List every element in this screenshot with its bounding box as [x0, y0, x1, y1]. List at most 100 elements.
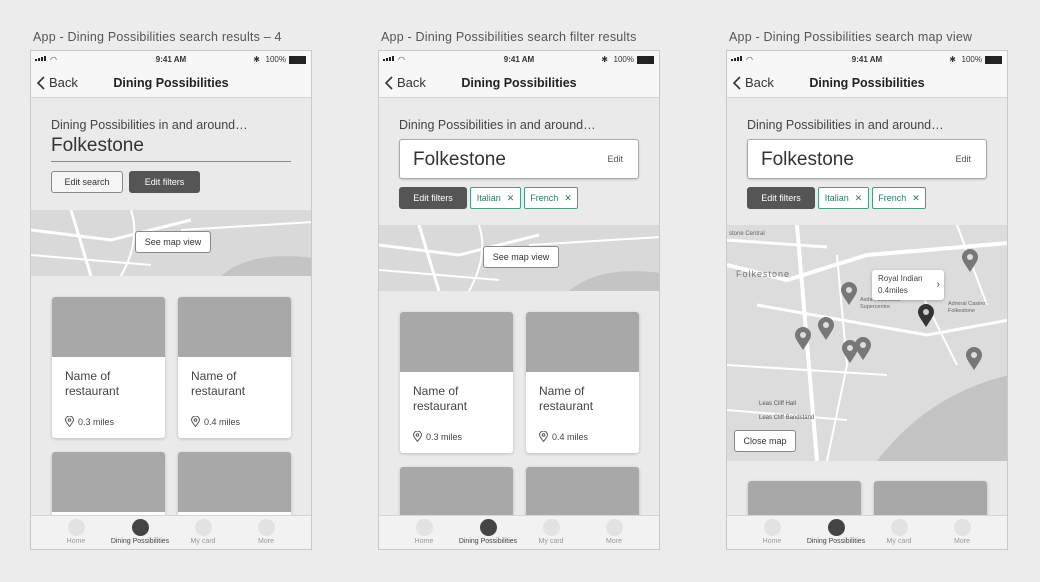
location-field[interactable]: Folkestone Edit [747, 139, 987, 179]
board-title-search-results: App - Dining Possibilities search result… [33, 30, 282, 44]
page-title: Dining Possibilities [113, 76, 229, 90]
restaurant-name: Name of restaurant [539, 384, 594, 413]
map-preview[interactable]: See map view [379, 225, 659, 291]
restaurant-name: Name of restaurant [65, 369, 120, 398]
map-pin-icon[interactable] [794, 327, 812, 351]
selected-map-pin-icon[interactable] [917, 304, 935, 328]
tab-home[interactable]: Home [392, 519, 456, 545]
tab-more[interactable]: More [582, 519, 646, 545]
tab-label: More [258, 538, 274, 545]
restaurant-card[interactable] [52, 452, 165, 522]
restaurant-name: Name of restaurant [413, 384, 468, 413]
edit-location-link[interactable]: Edit [607, 154, 623, 164]
filter-chip-label: Italian [824, 193, 849, 203]
restaurant-card[interactable]: Name of restaurant 0.3 miles [52, 297, 165, 438]
restaurant-card[interactable]: Name of restaurant 0.4 miles [526, 312, 639, 453]
restaurant-callout[interactable]: Royal Indian 0.4miles › [872, 270, 944, 300]
restaurant-distance: 0.3 miles [426, 431, 463, 442]
restaurant-image [178, 452, 291, 512]
remove-icon[interactable]: ✕ [564, 193, 572, 204]
search-heading: Dining Possibilities in and around… [399, 118, 596, 132]
map-pin-icon[interactable] [965, 347, 983, 371]
tab-label: Dining Possibilities [806, 538, 866, 545]
close-map-button[interactable]: Close map [734, 430, 796, 452]
edit-filters-button[interactable]: Edit filters [399, 187, 467, 209]
tab-more[interactable]: More [930, 519, 994, 545]
tab-label: More [954, 538, 970, 545]
tab-home[interactable]: Home [44, 519, 108, 545]
battery-percent: 100% [265, 55, 286, 64]
restaurant-card[interactable] [178, 452, 291, 522]
dining-icon [131, 519, 149, 536]
tab-label: Home [414, 538, 434, 545]
see-map-view-button[interactable]: See map view [483, 246, 559, 268]
restaurant-distance: 0.4 miles [552, 431, 589, 442]
tab-label: My card [190, 538, 216, 545]
map-label-central: stone Central [729, 231, 765, 237]
restaurant-distance: 0.4 miles [204, 416, 241, 427]
restaurant-image [400, 312, 513, 372]
see-map-view-button[interactable]: See map view [135, 231, 211, 253]
restaurant-card[interactable]: Name of restaurant 0.3 miles [400, 312, 513, 453]
nav-bar: Back Dining Possibilities [379, 69, 659, 98]
tab-home[interactable]: Home [740, 519, 804, 545]
location-field[interactable]: Folkestone [51, 135, 291, 162]
location-pin-icon [191, 416, 200, 427]
bluetooth-icon: ✱ [253, 55, 260, 64]
location-pin-icon [65, 416, 74, 427]
map-pin-icon[interactable] [854, 337, 872, 361]
location-field[interactable]: Folkestone Edit [399, 139, 639, 179]
restaurant-distance: 0.3 miles [78, 416, 115, 427]
card-icon [194, 519, 212, 536]
remove-icon[interactable]: ✕ [855, 193, 863, 204]
tab-my-card[interactable]: My card [171, 519, 235, 545]
filter-chip-italian[interactable]: Italian ✕ [818, 187, 869, 209]
tab-bar: Home Dining Possibilities My card More [727, 515, 1007, 549]
filter-chip-italian[interactable]: Italian ✕ [470, 187, 521, 209]
tab-more[interactable]: More [234, 519, 298, 545]
status-bar: ◠ 9:41 AM ✱ 100% [727, 51, 1007, 69]
tab-my-card[interactable]: My card [519, 519, 583, 545]
battery-percent: 100% [613, 55, 634, 64]
tab-label: Dining Possibilities [458, 538, 518, 545]
restaurant-name: Name of restaurant [191, 369, 246, 398]
restaurant-card[interactable]: Name of restaurant 0.4 miles [178, 297, 291, 438]
map-full[interactable]: stone Central Folkestone Asda Folkestone… [727, 225, 1007, 461]
battery-icon [637, 55, 654, 64]
tab-my-card[interactable]: My card [867, 519, 931, 545]
phone-filter-results: ◠ 9:41 AM ✱ 100% Back Dining Possibiliti… [378, 50, 660, 550]
tab-label: My card [886, 538, 912, 545]
board-title-map-view: App - Dining Possibilities search map vi… [729, 30, 973, 44]
edit-search-button[interactable]: Edit search [51, 171, 123, 193]
map-pin-icon[interactable] [840, 282, 858, 306]
map-pin-icon[interactable] [961, 249, 979, 273]
remove-icon[interactable]: ✕ [507, 193, 515, 204]
battery-icon [985, 55, 1002, 64]
more-icon [953, 519, 971, 536]
tab-dining-possibilities[interactable]: Dining Possibilities [804, 519, 868, 545]
tab-dining-possibilities[interactable]: Dining Possibilities [108, 519, 172, 545]
location-pin-icon [539, 431, 548, 442]
filter-chip-french[interactable]: French ✕ [524, 187, 578, 209]
remove-icon[interactable]: ✕ [912, 193, 920, 204]
filter-chip-french[interactable]: French ✕ [872, 187, 926, 209]
tab-label: Dining Possibilities [110, 538, 170, 545]
restaurant-image [52, 452, 165, 512]
edit-location-link[interactable]: Edit [955, 154, 971, 164]
callout-distance: 0.4miles [878, 286, 908, 295]
status-bar: ◠ 9:41 AM ✱ 100% [31, 51, 311, 69]
map-label-town: Folkestone [736, 269, 791, 279]
nav-bar: Back Dining Possibilities [31, 69, 311, 98]
restaurant-image [52, 297, 165, 357]
tab-bar: Home Dining Possibilities My card More [379, 515, 659, 549]
tab-label: Home [66, 538, 86, 545]
bluetooth-icon: ✱ [949, 55, 956, 64]
map-pin-icon[interactable] [817, 317, 835, 341]
edit-filters-button[interactable]: Edit filters [129, 171, 200, 193]
map-label-leas: Leas Cliff Hall [759, 401, 796, 407]
map-preview[interactable]: See map view [31, 210, 311, 276]
tab-dining-possibilities[interactable]: Dining Possibilities [456, 519, 520, 545]
location-value: Folkestone [413, 149, 506, 170]
edit-filters-button[interactable]: Edit filters [747, 187, 815, 209]
phone-search-results: ◠ 9:41 AM ✱ 100% Back Dining Possibiliti… [30, 50, 312, 550]
